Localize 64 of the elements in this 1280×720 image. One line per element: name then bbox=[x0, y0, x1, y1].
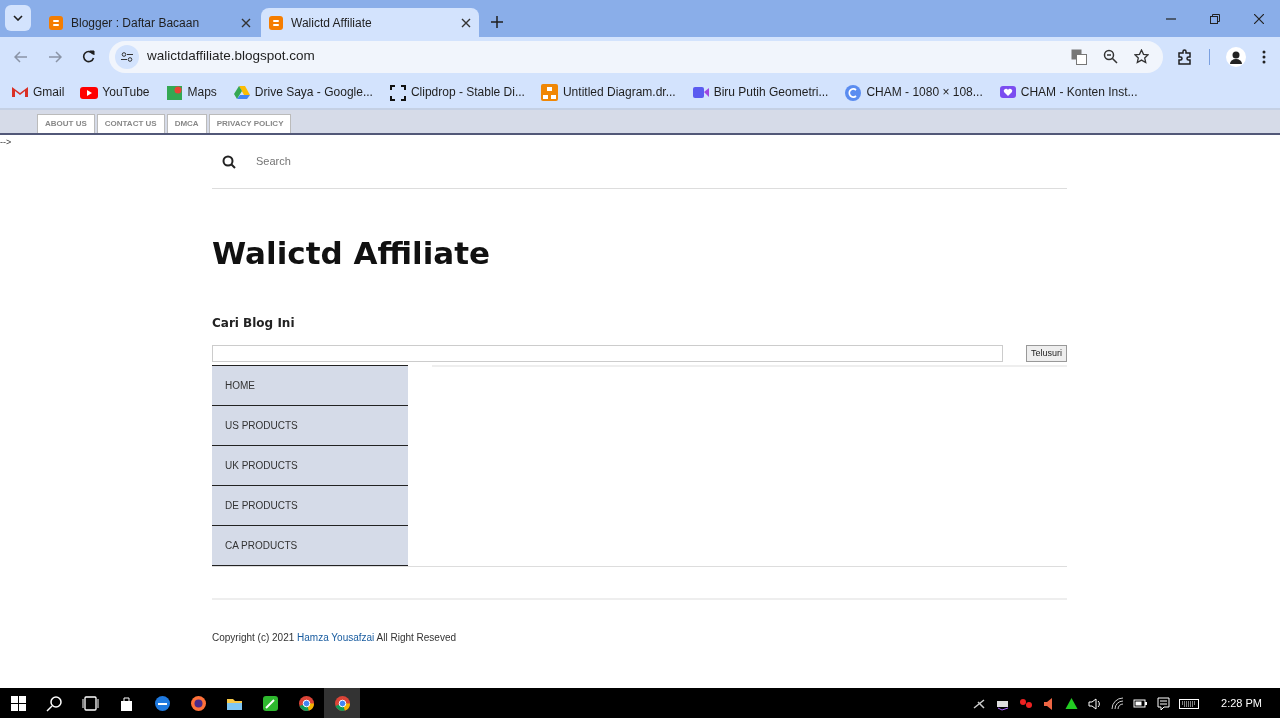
firefox-logo-icon[interactable] bbox=[189, 694, 207, 712]
puzzle-icon[interactable] bbox=[1177, 48, 1193, 65]
nav-link[interactable]: DMCA bbox=[166, 114, 207, 133]
bookmark[interactable]: CHAM - Konten Inst... bbox=[998, 83, 1138, 101]
wifi-icon[interactable] bbox=[1110, 695, 1126, 711]
stray-text: --> bbox=[0, 137, 12, 147]
task-view-icon[interactable] bbox=[81, 694, 99, 712]
tab-search-button[interactable] bbox=[5, 5, 31, 31]
reload-icon[interactable] bbox=[82, 50, 95, 63]
browser-tab[interactable]: Walictd Affiliate bbox=[261, 8, 479, 37]
nav-link[interactable]: PRIVACY POLICY bbox=[208, 114, 292, 133]
menu-item[interactable]: UK PRODUCTS bbox=[212, 445, 408, 486]
menu-item[interactable]: CA PRODUCTS bbox=[212, 525, 408, 566]
url-text: walictdaffiliate.blogspot.com bbox=[147, 47, 316, 66]
close-icon[interactable] bbox=[461, 17, 471, 28]
star-icon[interactable] bbox=[1134, 49, 1149, 64]
nav-link[interactable]: ABOUT US bbox=[37, 114, 95, 133]
nav-link[interactable]: CONTACT US bbox=[96, 114, 165, 133]
restore-icon[interactable] bbox=[1210, 13, 1220, 24]
close-icon[interactable] bbox=[241, 17, 251, 28]
menu-icon[interactable] bbox=[1262, 49, 1266, 64]
bookmark[interactable]: YouTube bbox=[80, 83, 150, 101]
bookmark[interactable]: Clipdrop - Stable Di... bbox=[388, 83, 525, 101]
triangle-icon bbox=[232, 83, 251, 101]
site-settings-icon[interactable] bbox=[121, 51, 133, 62]
search-field[interactable] bbox=[212, 345, 1003, 363]
notification-icon[interactable] bbox=[1156, 695, 1172, 711]
menu-item[interactable]: US PRODUCTS bbox=[212, 405, 408, 446]
menu-item[interactable]: DE PRODUCTS bbox=[212, 485, 408, 526]
tab-search-caret-icon[interactable] bbox=[13, 15, 23, 21]
new-tab-icon[interactable] bbox=[491, 16, 503, 28]
author-link[interactable]: Hamza Yousafzai bbox=[297, 632, 375, 644]
bookmark[interactable]: Untitled Diagram.dr... bbox=[540, 83, 676, 101]
bookmark[interactable]: CHAM - 1080 × 108... bbox=[844, 83, 983, 101]
search-button[interactable]: Telusuri bbox=[1026, 345, 1067, 363]
menu-item[interactable]: HOME bbox=[212, 365, 408, 406]
blog-title: Walictd Affiliate bbox=[212, 235, 492, 273]
browser-tab[interactable]: Blogger : Daftar Bacaan bbox=[41, 8, 259, 37]
edge-logo-icon[interactable] bbox=[153, 694, 171, 712]
bookmark[interactable]: Drive Saya - Google... bbox=[232, 83, 373, 101]
zoom-out-icon[interactable] bbox=[1103, 49, 1118, 64]
diagram-icon bbox=[540, 83, 559, 101]
circle-logo-icon bbox=[844, 83, 863, 101]
clock[interactable]: 2:28 PM bbox=[1199, 694, 1280, 712]
chrome-logo-icon[interactable] bbox=[333, 694, 351, 712]
copyright-text: Copyright (c) 2021 Hamza Yousafzai All Right Reseved bbox=[212, 631, 458, 646]
volume-icon[interactable] bbox=[1087, 695, 1103, 711]
chrome-logo-icon[interactable] bbox=[297, 694, 315, 712]
triangle-app-icon[interactable] bbox=[1064, 695, 1080, 711]
search-icon[interactable] bbox=[45, 694, 63, 712]
blogger-icon bbox=[269, 15, 283, 30]
pencil-app-icon[interactable] bbox=[261, 694, 279, 712]
address-bar[interactable]: walictdaffiliate.blogspot.com bbox=[109, 40, 1163, 73]
corner-brackets-icon bbox=[388, 83, 407, 101]
search-icon[interactable] bbox=[222, 154, 236, 169]
translate-icon[interactable] bbox=[1071, 48, 1087, 65]
bookmark[interactable]: Gmail bbox=[11, 83, 65, 101]
blogger-icon bbox=[49, 15, 63, 30]
widget-heading: Cari Blog Ini bbox=[212, 315, 296, 333]
windows-logo-icon[interactable] bbox=[9, 694, 27, 712]
avatar-icon[interactable] bbox=[1226, 46, 1246, 67]
bookmark[interactable]: Maps bbox=[165, 83, 217, 101]
bookmark[interactable]: Biru Putih Geometri... bbox=[691, 83, 829, 101]
close-icon[interactable] bbox=[1254, 13, 1264, 24]
